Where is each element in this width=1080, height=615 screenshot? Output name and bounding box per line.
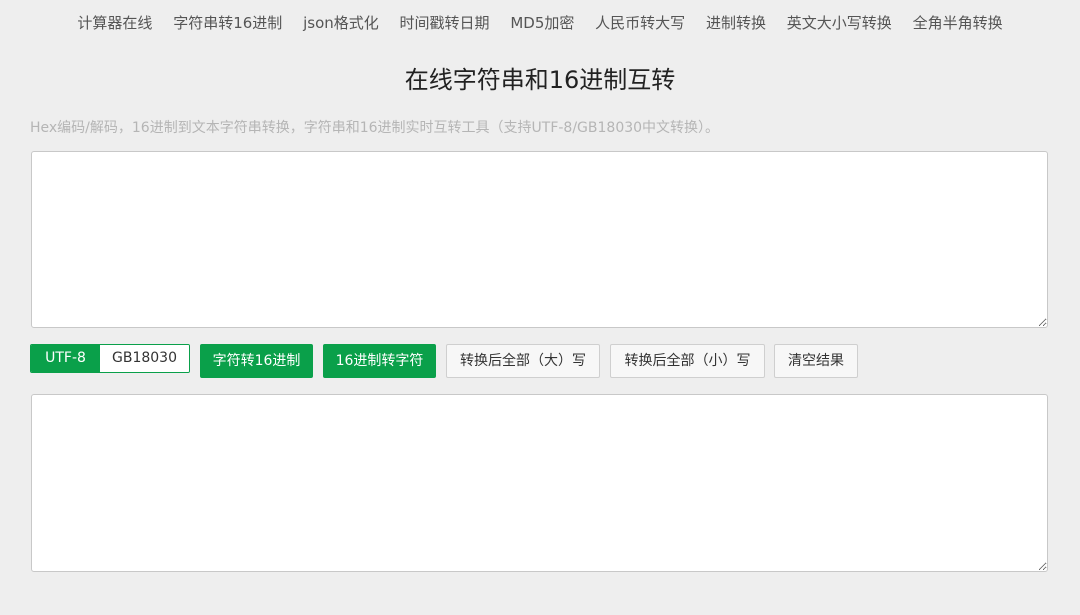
nav-link-timestamp[interactable]: 时间戳转日期	[400, 14, 490, 32]
nav-link-rmb-uppercase[interactable]: 人民币转大写	[595, 14, 685, 32]
page-description: Hex编码/解码，16进制到文本字符串转换，字符串和16进制实时互转工具（支持U…	[30, 120, 720, 136]
encoding-selector: UTF-8 GB18030	[30, 344, 190, 373]
hex-to-string-button[interactable]: 16进制转字符	[323, 344, 436, 378]
encoding-gb18030-option[interactable]: GB18030	[100, 345, 189, 372]
lowercase-button[interactable]: 转换后全部（小）写	[610, 344, 765, 378]
nav-link-calculator[interactable]: 计算器在线	[77, 14, 152, 32]
nav-link-md5[interactable]: MD5加密	[510, 14, 574, 32]
page: 计算器在线 字符串转16进制 json格式化 时间戳转日期 MD5加密 人民币转…	[0, 0, 1080, 615]
nav-link-json-format[interactable]: json格式化	[303, 14, 379, 32]
top-navigation: 计算器在线 字符串转16进制 json格式化 时间戳转日期 MD5加密 人民币转…	[0, 12, 1080, 33]
page-title: 在线字符串和16进制互转	[404, 66, 676, 94]
clear-results-button[interactable]: 清空结果	[774, 344, 858, 378]
nav-link-string-to-hex[interactable]: 字符串转16进制	[173, 14, 282, 32]
nav-link-fullwidth-convert[interactable]: 全角半角转换	[913, 14, 1003, 32]
input-textarea[interactable]	[31, 151, 1048, 328]
nav-link-radix-convert[interactable]: 进制转换	[706, 14, 766, 32]
string-to-hex-button[interactable]: 字符转16进制	[200, 344, 313, 378]
output-textarea[interactable]	[31, 394, 1048, 572]
nav-link-case-convert[interactable]: 英文大小写转换	[787, 14, 892, 32]
uppercase-button[interactable]: 转换后全部（大）写	[446, 344, 600, 378]
encoding-utf8-option[interactable]: UTF-8	[31, 345, 100, 372]
